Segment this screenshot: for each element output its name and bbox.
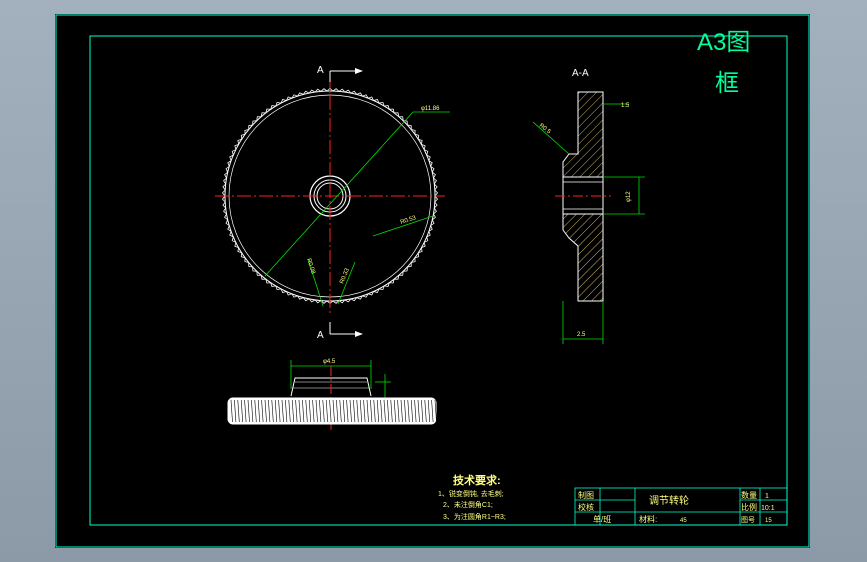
- title-unit-label: 单/班: [593, 514, 611, 524]
- title-material-value: 45: [680, 518, 687, 524]
- dim-bore: φ12: [626, 191, 632, 202]
- title-scale-label: 比例: [741, 502, 757, 512]
- title-drawing-no-label: 图号: [741, 516, 755, 524]
- dim-knurl-1: R0.08: [305, 258, 316, 276]
- tech-requirements: 技术要求: 1、锐变倒钝, 去毛刺; 2、未注倒角C1; 3、为注圆角R1~R3…: [438, 473, 506, 521]
- title-checked-label: 校核: [578, 502, 594, 512]
- tech-item-3: 3、为注圆角R1~R3;: [443, 512, 506, 521]
- title-block-text: 制图 校核 单/班 调节转轮 材料: 45 数量 1 比例 10:1 图号 15: [578, 490, 775, 524]
- front-view: A A φ11.86 R0.53 R0.08 R0.33: [215, 65, 450, 341]
- cad-viewport[interactable]: A3图 框 A A φ11.86 R0.53 R0.08 R0.33 A-A 1…: [0, 0, 867, 562]
- dim-width: 2.5: [577, 332, 586, 338]
- title-quantity-value: 1: [765, 493, 769, 500]
- side-view: φ4.5: [227, 359, 437, 432]
- frame-label-line2: 框: [715, 70, 739, 97]
- section-body-lower: [562, 213, 604, 302]
- title-part-name: 调节转轮: [649, 494, 689, 507]
- tech-item-1: 1、锐变倒钝, 去毛刺;: [438, 489, 504, 498]
- section-body-upper: [562, 91, 604, 178]
- section-label-top: A: [317, 65, 324, 76]
- section-view: A-A 1.5 R0.5 φ12 2.5: [532, 68, 645, 344]
- title-drawing-no-value: 15: [765, 518, 772, 524]
- section-arrow-top: [355, 68, 363, 74]
- drawing-sheet: A3图 框 A A φ11.86 R0.53 R0.08 R0.33 A-A 1…: [55, 14, 810, 548]
- title-scale-value: 10:1: [761, 505, 775, 512]
- dim-outer-dia: φ11.86: [421, 106, 440, 112]
- dim-outer-dia-leader: [264, 111, 414, 277]
- frame-label-line1: A3图: [697, 29, 750, 56]
- title-material-label: 材料:: [639, 514, 657, 524]
- tech-item-2: 2、未注倒角C1;: [443, 500, 493, 509]
- section-view-label: A-A: [572, 68, 589, 79]
- tech-title: 技术要求:: [453, 473, 501, 487]
- section-arrow-bottom: [355, 331, 363, 337]
- section-label-bottom: A: [317, 330, 324, 341]
- title-quantity-label: 数量: [741, 490, 757, 500]
- title-drawn-label: 制图: [578, 490, 594, 500]
- outer-border: [55, 14, 810, 548]
- drawing-canvas: A3图 框 A A φ11.86 R0.53 R0.08 R0.33 A-A 1…: [55, 14, 810, 548]
- dim-hub: φ4.5: [323, 359, 336, 365]
- dim-side-r: R0.5: [538, 123, 552, 136]
- dim-side-top: 1.5: [621, 103, 630, 109]
